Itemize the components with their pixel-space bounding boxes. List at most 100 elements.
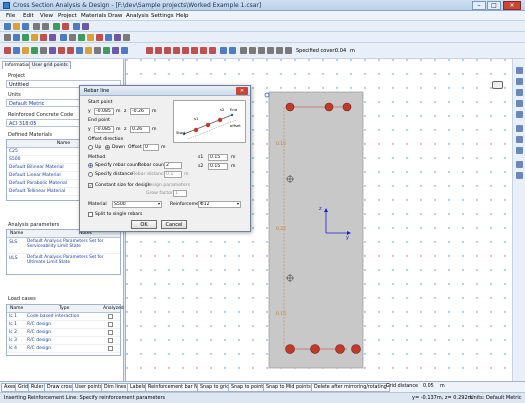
label-icon[interactable] xyxy=(276,47,283,54)
zoom-icon[interactable] xyxy=(73,23,80,30)
opening-icon[interactable] xyxy=(40,47,47,54)
rotate-icon[interactable] xyxy=(85,47,92,54)
analyzed-checkbox[interactable] xyxy=(108,346,113,351)
down-radio[interactable] xyxy=(105,145,110,150)
menu-edit[interactable]: Edit xyxy=(23,13,34,19)
zoom-extents-icon[interactable] xyxy=(516,89,523,96)
specify-count-radio[interactable] xyxy=(88,163,93,168)
analyzed-checkbox[interactable] xyxy=(108,322,113,327)
cover-icon[interactable] xyxy=(240,47,247,54)
redraw-icon[interactable] xyxy=(516,125,523,132)
reinforcement-select[interactable]: Φ12 xyxy=(198,201,241,208)
chart-icon[interactable] xyxy=(31,34,38,41)
menu-settings[interactable]: Settings xyxy=(151,13,174,19)
start-y-input[interactable]: -0.085 xyxy=(94,108,114,115)
tab-delete-after-mirroring[interactable]: Delete after mirroring/rotating xyxy=(311,383,390,392)
open-icon[interactable] xyxy=(13,23,20,30)
zoom-window-icon[interactable] xyxy=(516,100,523,107)
tab-user-grid-points[interactable]: User grid points xyxy=(29,61,71,69)
strain-icon[interactable] xyxy=(49,34,56,41)
save-icon[interactable] xyxy=(22,23,29,30)
curvature-icon[interactable] xyxy=(114,34,121,41)
line-icon[interactable] xyxy=(13,34,20,41)
minimize-button[interactable]: – xyxy=(472,1,486,10)
menu-file[interactable]: File xyxy=(6,13,15,19)
properties-icon[interactable] xyxy=(516,147,523,154)
end-y-input[interactable]: -0.085 xyxy=(94,126,114,133)
draw-barcircle-icon[interactable] xyxy=(209,47,216,54)
circle-icon[interactable] xyxy=(31,47,38,54)
ortho-icon[interactable] xyxy=(229,47,236,54)
arc-icon[interactable] xyxy=(516,161,523,168)
analysis-row[interactable]: SLS Default Analysis Parameters Set for … xyxy=(7,238,120,254)
material-chevron-down-icon[interactable]: ▾ xyxy=(158,201,160,206)
copy-icon[interactable] xyxy=(103,47,110,54)
moment-icon[interactable] xyxy=(60,34,67,41)
grid-distance-value[interactable]: 0.05 xyxy=(423,384,434,389)
specify-distance-radio[interactable] xyxy=(88,172,93,177)
draw-bar-icon[interactable] xyxy=(191,47,198,54)
up-radio[interactable] xyxy=(88,145,93,150)
polygon-icon[interactable] xyxy=(13,47,20,54)
dialog-close-button[interactable]: ✕ xyxy=(236,87,248,95)
design-icon[interactable] xyxy=(96,34,103,41)
analysis-icon[interactable] xyxy=(22,34,29,41)
specified-cover-value[interactable]: 0.04 xyxy=(335,48,346,54)
rebar-distance-input[interactable]: 0.1 xyxy=(164,171,182,178)
delete-icon[interactable] xyxy=(62,23,69,30)
close-button[interactable]: ✕ xyxy=(503,1,521,10)
measure-icon[interactable] xyxy=(121,47,128,54)
analyzed-checkbox[interactable] xyxy=(108,314,113,319)
axis-icon[interactable] xyxy=(267,47,274,54)
analyzed-checkbox[interactable] xyxy=(108,330,113,335)
text-icon[interactable] xyxy=(258,47,265,54)
draw-hole-icon[interactable] xyxy=(182,47,189,54)
load-case-row[interactable]: lc 4 R/C design xyxy=(7,345,120,353)
s2-input[interactable]: 0.15 xyxy=(208,163,228,170)
constant-size-checkbox[interactable]: ✓ xyxy=(88,183,93,188)
move-icon[interactable] xyxy=(76,47,83,54)
s1-input[interactable]: 0.15 xyxy=(208,154,228,161)
snap-icon[interactable] xyxy=(220,47,227,54)
mirror-icon[interactable] xyxy=(49,47,56,54)
cancel-button[interactable]: Cancel xyxy=(161,220,187,229)
rebar-circle-icon[interactable] xyxy=(67,47,74,54)
draw-arc-icon[interactable] xyxy=(173,47,180,54)
analyzed-checkbox[interactable] xyxy=(108,338,113,343)
rebar-icon[interactable] xyxy=(4,47,11,54)
grid-icon[interactable] xyxy=(4,34,11,41)
print-icon[interactable] xyxy=(53,23,60,30)
pan-view-icon[interactable] xyxy=(516,111,523,118)
menu-view[interactable]: View xyxy=(40,13,53,19)
start-z-input[interactable]: -0.26 xyxy=(130,108,150,115)
check-icon[interactable] xyxy=(78,34,85,41)
reinforcement-chevron-down-icon[interactable]: ▾ xyxy=(237,201,239,206)
settings-icon[interactable] xyxy=(123,34,130,41)
measure-distance-icon[interactable] xyxy=(516,136,523,143)
tab-snap-to-mid-points[interactable]: Snap to Mid points xyxy=(263,383,314,392)
camera-icon[interactable] xyxy=(492,81,503,89)
grow-factor-input[interactable]: 1 xyxy=(173,190,187,197)
menu-help[interactable]: Help xyxy=(176,13,189,19)
scale-icon[interactable] xyxy=(94,47,101,54)
load-case-row[interactable]: lc 2 R/C design xyxy=(7,329,120,337)
line-tool-icon[interactable] xyxy=(516,172,523,179)
ok-button[interactable]: OK xyxy=(131,220,157,229)
draw-circle-icon[interactable] xyxy=(164,47,171,54)
rebar-line-icon[interactable] xyxy=(58,47,65,54)
menu-project[interactable]: Project xyxy=(58,13,77,19)
new-icon[interactable] xyxy=(4,23,11,30)
interaction-icon[interactable] xyxy=(87,34,94,41)
maximize-button[interactable]: □ xyxy=(487,1,501,10)
zoom-in-icon[interactable] xyxy=(516,67,523,74)
capacity-icon[interactable] xyxy=(105,34,112,41)
draw-rect-icon[interactable] xyxy=(146,47,153,54)
dim-icon[interactable] xyxy=(249,47,256,54)
material-select[interactable]: S500 xyxy=(112,201,162,208)
stress-icon[interactable] xyxy=(40,34,47,41)
zoom-out-icon[interactable] xyxy=(516,78,523,85)
load-case-row[interactable]: lc 1 R/C design xyxy=(7,321,120,329)
select-icon[interactable] xyxy=(112,47,119,54)
menu-materials[interactable]: Materials xyxy=(81,13,106,19)
report-icon[interactable] xyxy=(69,34,76,41)
